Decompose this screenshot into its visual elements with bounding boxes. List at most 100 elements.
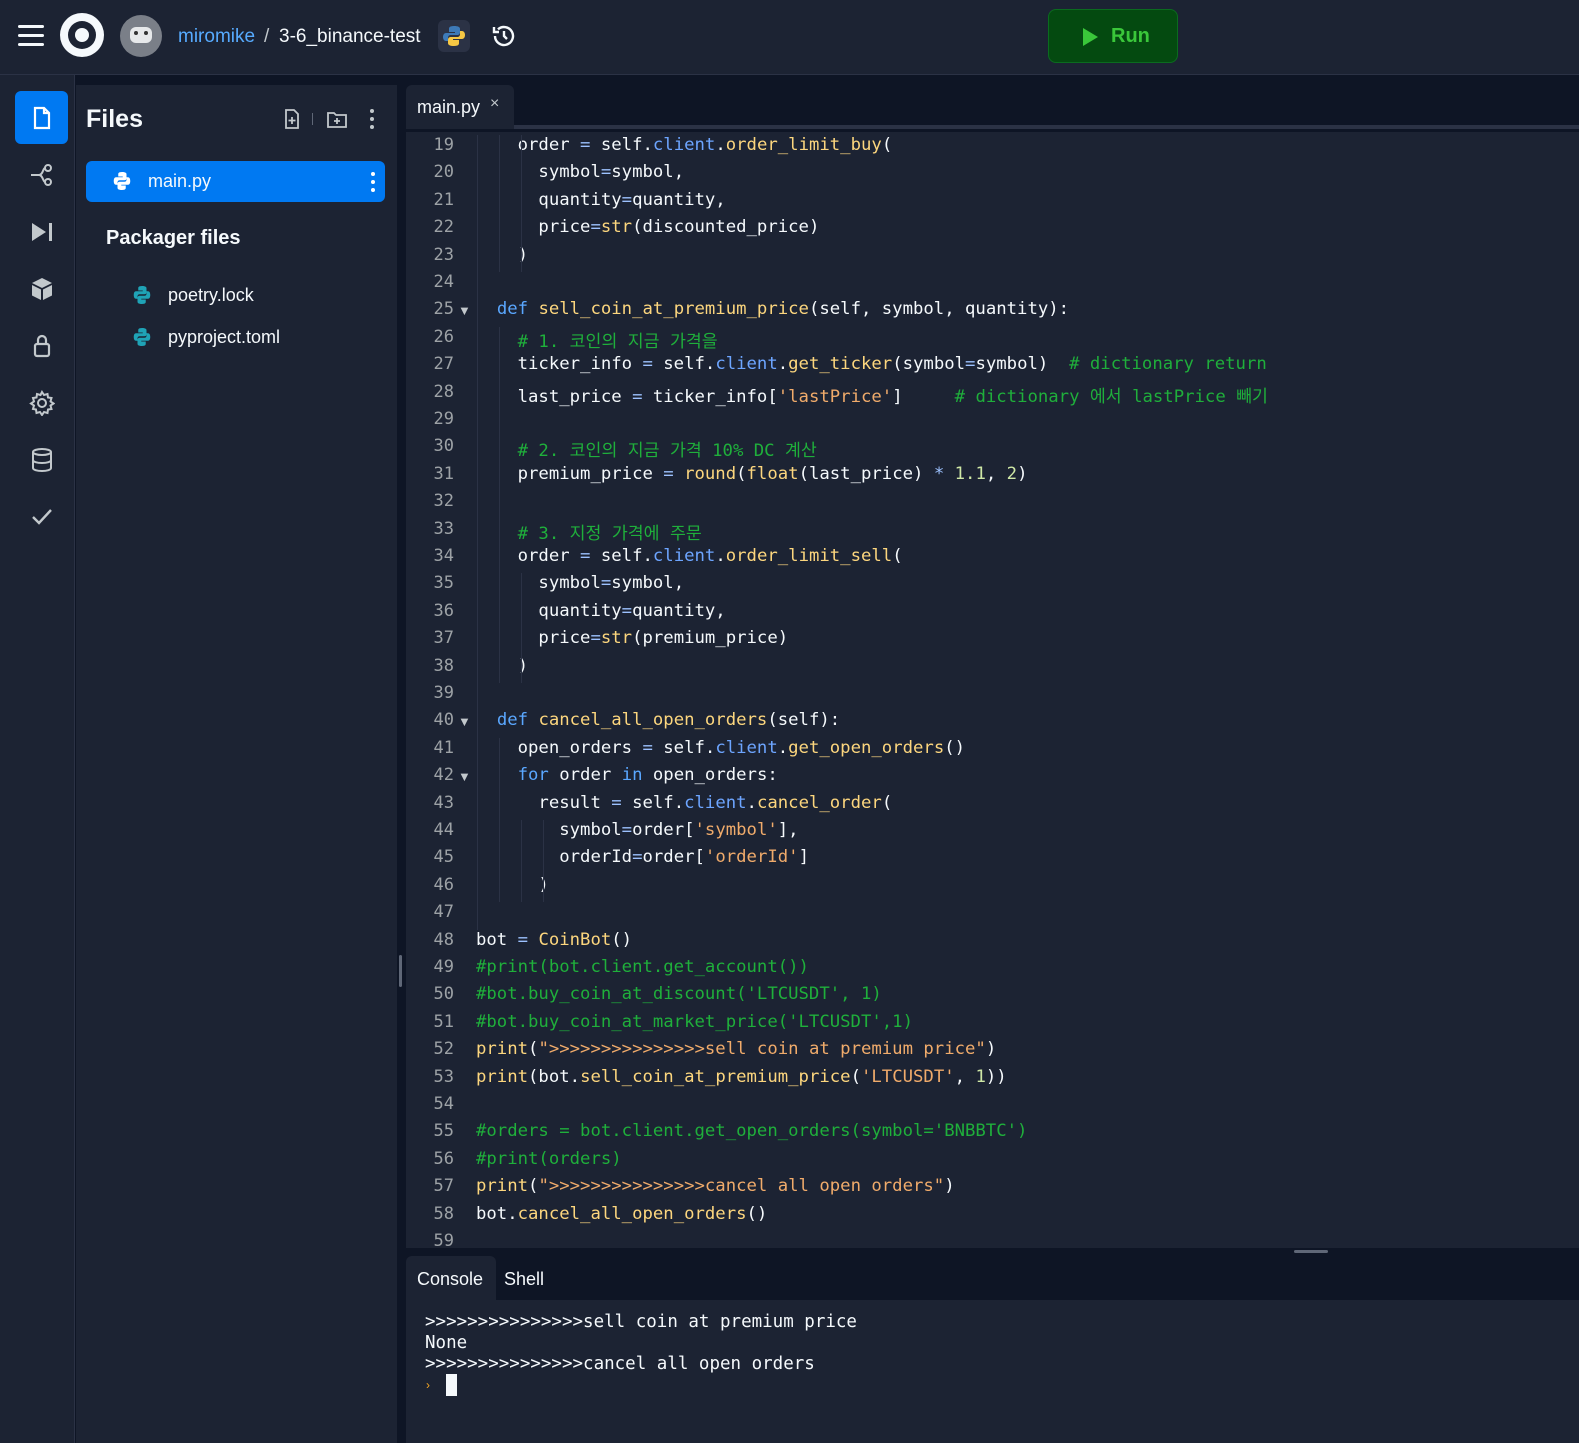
line-number: 22	[433, 217, 454, 238]
line-number: 27	[433, 354, 454, 375]
console-output[interactable]: >>>>>>>>>>>>>>>sell coin at premium pric…	[406, 1300, 1579, 1443]
line-number: 43	[433, 792, 454, 813]
code-editor[interactable]: 19 order = self.client.order_limit_buy(2…	[406, 132, 1579, 1248]
code-line: price=str(discounted_price)	[476, 217, 820, 238]
line-number: 56	[433, 1148, 454, 1169]
code-line: print(">>>>>>>>>>>>>>>sell coin at premi…	[476, 1039, 997, 1060]
line-number: 24	[433, 272, 454, 292]
history-icon[interactable]	[490, 22, 518, 50]
files-icon[interactable]	[15, 91, 68, 144]
line-number: 51	[433, 1011, 454, 1032]
new-folder-icon[interactable]	[325, 107, 349, 131]
code-line: price=str(premium_price)	[476, 628, 789, 649]
line-number: 52	[433, 1039, 454, 1060]
code-line: symbol=order['symbol'],	[476, 820, 799, 840]
python-icon	[438, 20, 470, 52]
line-number: 47	[433, 902, 454, 923]
tab-console[interactable]: Console	[406, 1256, 496, 1300]
code-line: )	[476, 874, 549, 895]
python-icon	[110, 169, 134, 193]
console-line: >>>>>>>>>>>>>>>cancel all open orders	[425, 1354, 815, 1374]
fold-toggle-icon[interactable]: ▼	[458, 714, 471, 729]
close-icon[interactable]: ×	[490, 95, 499, 113]
line-number: 36	[433, 600, 454, 621]
database-icon[interactable]	[15, 433, 68, 486]
indent-guide	[499, 326, 500, 683]
git-icon[interactable]	[15, 148, 68, 201]
line-number: 30	[433, 436, 454, 457]
line-number: 53	[433, 1066, 454, 1087]
breadcrumb-separator: /	[264, 26, 270, 47]
top-bar: miromike / 3-6_binance-test Run	[0, 0, 1579, 75]
line-number: 50	[433, 984, 454, 1005]
new-file-icon[interactable]	[280, 107, 304, 131]
line-number: 26	[433, 326, 454, 347]
run-button[interactable]: Run	[1048, 9, 1178, 63]
breadcrumb-repl-name[interactable]: 3-6_binance-test	[279, 26, 421, 48]
code-line: #bot.buy_coin_at_discount('LTCUSDT', 1)	[476, 984, 882, 1005]
files-more-icon[interactable]	[362, 107, 386, 131]
tab-shell[interactable]: Shell	[493, 1256, 553, 1300]
file-name: poetry.lock	[168, 285, 254, 305]
line-number: 29	[433, 409, 454, 429]
tab-main-py[interactable]: main.py ×	[406, 85, 514, 129]
line-number: 42	[433, 765, 454, 786]
line-number: 32	[433, 491, 454, 512]
code-line: premium_price = round(float(last_price) …	[476, 463, 1028, 484]
indent-guide	[521, 820, 522, 903]
line-number: 37	[433, 628, 454, 649]
indent-guide	[499, 135, 500, 272]
files-panel: Files main.py Packager files poetry.lock	[76, 85, 397, 1443]
fold-toggle-icon[interactable]: ▼	[458, 303, 471, 318]
code-line: symbol=symbol,	[476, 573, 685, 594]
menu-icon[interactable]	[18, 25, 44, 47]
line-number: 25	[433, 299, 454, 320]
line-number: 34	[433, 546, 454, 566]
console-resize-handle[interactable]	[1294, 1250, 1328, 1253]
python-icon	[130, 325, 154, 349]
code-line: #bot.buy_coin_at_market_price('LTCUSDT',…	[476, 1011, 913, 1032]
indent-guide	[543, 820, 544, 903]
line-number: 45	[433, 847, 454, 868]
debugger-icon[interactable]	[15, 205, 68, 258]
packages-icon[interactable]	[15, 262, 68, 315]
replit-logo-icon[interactable]	[60, 13, 104, 57]
play-icon	[1083, 28, 1098, 46]
panel-resize-handle[interactable]	[399, 955, 402, 987]
fold-toggle-icon[interactable]: ▼	[458, 769, 471, 784]
code-line: bot.cancel_all_open_orders()	[476, 1203, 768, 1224]
tab-label: Shell	[504, 1269, 545, 1289]
code-line: # 2. 코인의 지금 가격 10% DC 계산	[517, 441, 817, 462]
console-tabs: Console Shell	[406, 1256, 1579, 1300]
line-number: 23	[433, 244, 454, 265]
breadcrumb-username[interactable]: miromike	[178, 26, 255, 48]
prompt-icon: ›	[426, 1378, 430, 1392]
file-menu-icon[interactable]	[371, 171, 375, 193]
indent-guide	[521, 135, 522, 272]
secrets-icon[interactable]	[15, 319, 68, 372]
line-number: 44	[433, 820, 454, 840]
file-item-main-py[interactable]: main.py	[86, 161, 385, 202]
indent-guide	[477, 135, 478, 930]
code-line: open_orders = self.client.get_open_order…	[476, 737, 966, 758]
file-name: pyproject.toml	[168, 327, 281, 347]
tab-label: main.py	[417, 97, 481, 117]
code-line: ticker_info = self.client.get_ticker(sym…	[476, 354, 1267, 375]
code-line: #print(orders)	[476, 1148, 622, 1169]
line-number: 38	[433, 655, 454, 676]
run-button-label: Run	[1111, 25, 1150, 47]
indent-guide	[521, 573, 522, 683]
code-line: order = self.client.order_limit_sell(	[476, 546, 903, 566]
avatar[interactable]	[120, 15, 162, 57]
python-icon	[130, 283, 154, 307]
code-line: # 1. 코인의 지금 가격을	[517, 331, 718, 352]
line-number: 55	[433, 1121, 454, 1142]
console-cursor[interactable]	[446, 1374, 457, 1396]
check-icon[interactable]	[15, 490, 68, 543]
line-number: 46	[433, 874, 454, 895]
code-line: def sell_coin_at_premium_price(self, sym…	[496, 299, 1070, 320]
line-number: 48	[433, 929, 454, 950]
code-line: #print(bot.client.get_account())	[476, 957, 809, 977]
settings-icon[interactable]	[15, 376, 68, 429]
line-number: 35	[433, 573, 454, 594]
